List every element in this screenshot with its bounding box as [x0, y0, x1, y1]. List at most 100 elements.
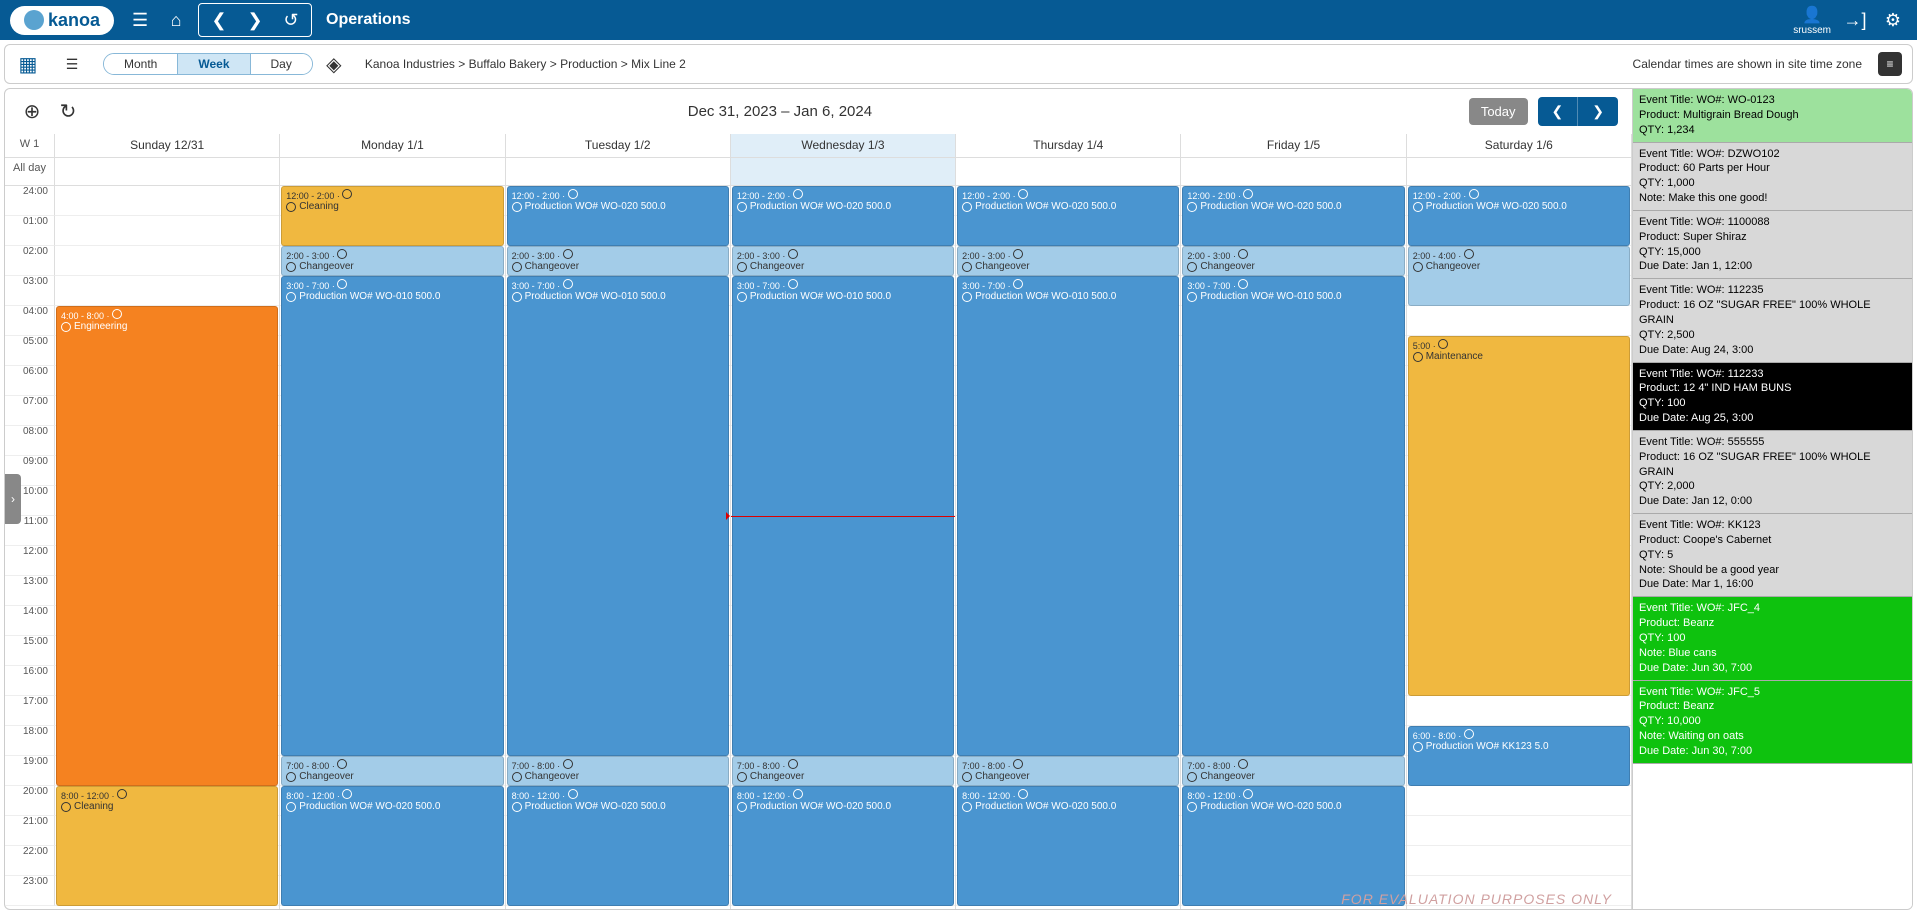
calendar-event[interactable]: 8:00 - 12:00 · Production WO# WO-020 500…	[507, 786, 729, 906]
hours-area[interactable]: 24:0001:0002:0003:0004:0005:0006:0007:00…	[5, 186, 1632, 909]
clock-icon	[512, 292, 522, 302]
calendar-event[interactable]: 12:00 - 2:00 · Production WO# WO-020 500…	[1408, 186, 1630, 246]
calendar-event[interactable]: 7:00 - 8:00 · Changeover	[507, 756, 729, 786]
work-order-card[interactable]: Event Title: WO#: JFC_4Product: BeanzQTY…	[1633, 597, 1912, 680]
allday-cell[interactable]	[280, 158, 505, 185]
clock-icon	[1013, 759, 1023, 769]
list-mode-icon[interactable]: ☰	[59, 51, 85, 77]
menu-icon[interactable]: ☰	[126, 6, 154, 34]
clock-icon	[286, 202, 296, 212]
day-column[interactable]: 12:00 - 2:00 · Cleaning2:00 - 3:00 · Cha…	[280, 186, 505, 909]
calendar-event[interactable]: 12:00 - 2:00 · Cleaning	[281, 186, 503, 246]
day-header: Sunday 12/31	[55, 134, 280, 157]
allday-cell[interactable]	[1181, 158, 1406, 185]
settings-icon[interactable]: ⚙	[1879, 6, 1907, 34]
clock-icon	[737, 292, 747, 302]
hour-label: 23:00	[5, 876, 55, 906]
hour-label: 17:00	[5, 696, 55, 726]
clock-icon	[1413, 352, 1423, 362]
calendar-event[interactable]: 3:00 - 7:00 · Production WO# WO-010 500.…	[507, 276, 729, 756]
calendar-event[interactable]: 8:00 - 12:00 · Production WO# WO-020 500…	[732, 786, 954, 906]
calendar-event[interactable]: 8:00 - 12:00 · Production WO# WO-020 500…	[281, 786, 503, 906]
calendar-event[interactable]: 7:00 - 8:00 · Changeover	[1182, 756, 1404, 786]
day-column[interactable]: 12:00 - 2:00 · Production WO# WO-020 500…	[506, 186, 731, 909]
calendar-event[interactable]: 12:00 - 2:00 · Production WO# WO-020 500…	[957, 186, 1179, 246]
calendar-event[interactable]: 3:00 - 7:00 · Production WO# WO-010 500.…	[957, 276, 1179, 756]
forward-icon[interactable]: ❯	[237, 6, 273, 34]
clock-icon	[1013, 249, 1023, 259]
home-icon[interactable]: ⌂	[162, 6, 190, 34]
work-order-card[interactable]: Event Title: WO#: 1100088Product: Super …	[1633, 211, 1912, 279]
calendar-event[interactable]: 12:00 - 2:00 · Production WO# WO-020 500…	[1182, 186, 1404, 246]
allday-cell[interactable]	[956, 158, 1181, 185]
work-order-card[interactable]: Event Title: WO#: DZWO102Product: 60 Par…	[1633, 143, 1912, 211]
work-order-card[interactable]: Event Title: WO#: 112233Product: 12 4" I…	[1633, 363, 1912, 431]
tab-month[interactable]: Month	[104, 54, 178, 74]
clock-icon	[1469, 189, 1479, 199]
calendar-event[interactable]: 2:00 - 3:00 · Changeover	[732, 246, 954, 276]
work-order-card[interactable]: Event Title: WO#: WO-0123Product: Multig…	[1633, 89, 1912, 143]
user-menu[interactable]: 👤 srussem	[1793, 5, 1831, 36]
prev-week-button[interactable]: ❮	[1538, 97, 1579, 126]
calendar-event[interactable]: 3:00 - 7:00 · Production WO# WO-010 500.…	[1182, 276, 1404, 756]
clock-icon	[563, 759, 573, 769]
clock-icon	[117, 789, 127, 799]
calendar-event[interactable]: 8:00 - 12:00 · Production WO# WO-020 500…	[957, 786, 1179, 906]
clock-icon	[512, 802, 522, 812]
expand-handle[interactable]: ›	[5, 474, 21, 524]
add-event-icon[interactable]: ⊕	[19, 99, 45, 125]
side-panel[interactable]: Event Title: WO#: WO-0123Product: Multig…	[1632, 89, 1912, 909]
calendar-event[interactable]: 2:00 - 3:00 · Changeover	[281, 246, 503, 276]
work-order-card[interactable]: Event Title: WO#: KK123Product: Coope's …	[1633, 514, 1912, 597]
work-order-card[interactable]: Event Title: WO#: 112235Product: 16 OZ "…	[1633, 279, 1912, 362]
allday-cell[interactable]	[55, 158, 280, 185]
history-nav: ❮ ❯ ↺	[198, 3, 312, 37]
login-icon[interactable]: →]	[1841, 6, 1869, 34]
back-icon[interactable]: ❮	[201, 6, 237, 34]
work-order-card[interactable]: Event Title: WO#: JFC_5Product: BeanzQTY…	[1633, 681, 1912, 764]
allday-cell[interactable]	[731, 158, 956, 185]
calendar-mode-icon[interactable]: ▦	[15, 51, 41, 77]
calendar-event[interactable]: 7:00 - 8:00 · Changeover	[281, 756, 503, 786]
calendar-event[interactable]: 8:00 - 12:00 · Cleaning	[56, 786, 278, 906]
day-column[interactable]: 12:00 - 2:00 · Production WO# WO-020 500…	[1407, 186, 1632, 909]
work-order-card[interactable]: Event Title: WO#: 555555Product: 16 OZ "…	[1633, 431, 1912, 514]
history-icon[interactable]: ↺	[273, 6, 309, 34]
week-nav: ❮ ❯	[1538, 97, 1618, 126]
tab-week[interactable]: Week	[178, 54, 250, 74]
calendar-event[interactable]: 7:00 - 8:00 · Changeover	[732, 756, 954, 786]
calendar-event[interactable]: 12:00 - 2:00 · Production WO# WO-020 500…	[507, 186, 729, 246]
calendar-event[interactable]: 5:00 · Maintenance	[1408, 336, 1630, 696]
calendar-event[interactable]: 2:00 - 3:00 · Changeover	[957, 246, 1179, 276]
calendar-event[interactable]: 2:00 - 4:00 · Changeover	[1408, 246, 1630, 306]
panel-toggle-icon[interactable]: ≡	[1878, 52, 1902, 76]
allday-cell[interactable]	[1407, 158, 1632, 185]
day-column[interactable]: 12:00 - 2:00 · Production WO# WO-020 500…	[1181, 186, 1406, 909]
calendar-event[interactable]: 6:00 - 8:00 · Production WO# KK123 5.0	[1408, 726, 1630, 786]
day-column[interactable]: 12:00 - 2:00 · Production WO# WO-020 500…	[731, 186, 956, 909]
calendar-event[interactable]: 3:00 - 7:00 · Production WO# WO-010 500.…	[281, 276, 503, 756]
next-week-button[interactable]: ❯	[1578, 97, 1618, 126]
hour-label: 19:00	[5, 756, 55, 786]
username: srussem	[1793, 25, 1831, 36]
logo-text: kanoa	[48, 10, 100, 31]
calendar-event[interactable]: 2:00 - 3:00 · Changeover	[507, 246, 729, 276]
clock-icon	[793, 789, 803, 799]
hour-label: 16:00	[5, 666, 55, 696]
calendar-event[interactable]: 8:00 - 12:00 · Production WO# WO-020 500…	[1182, 786, 1404, 906]
calendar-event[interactable]: 4:00 - 8:00 · Engineering	[56, 306, 278, 786]
day-column[interactable]: 12:00 - 2:00 · Production WO# WO-020 500…	[956, 186, 1181, 909]
today-button[interactable]: Today	[1469, 98, 1528, 125]
day-column[interactable]: 4:00 - 8:00 · Engineering8:00 - 12:00 · …	[55, 186, 280, 909]
calendar-event[interactable]: 12:00 - 2:00 · Production WO# WO-020 500…	[732, 186, 954, 246]
tab-day[interactable]: Day	[251, 54, 312, 74]
hour-label: 01:00	[5, 216, 55, 246]
main-area: › ⊕ ↻ Dec 31, 2023 – Jan 6, 2024 Today ❮…	[4, 88, 1913, 910]
clock-icon	[337, 759, 347, 769]
layers-icon[interactable]: ◈	[321, 51, 347, 77]
refresh-icon[interactable]: ↻	[55, 99, 81, 125]
day-header: Thursday 1/4	[956, 134, 1181, 157]
calendar-event[interactable]: 7:00 - 8:00 · Changeover	[957, 756, 1179, 786]
calendar-event[interactable]: 2:00 - 3:00 · Changeover	[1182, 246, 1404, 276]
allday-cell[interactable]	[506, 158, 731, 185]
